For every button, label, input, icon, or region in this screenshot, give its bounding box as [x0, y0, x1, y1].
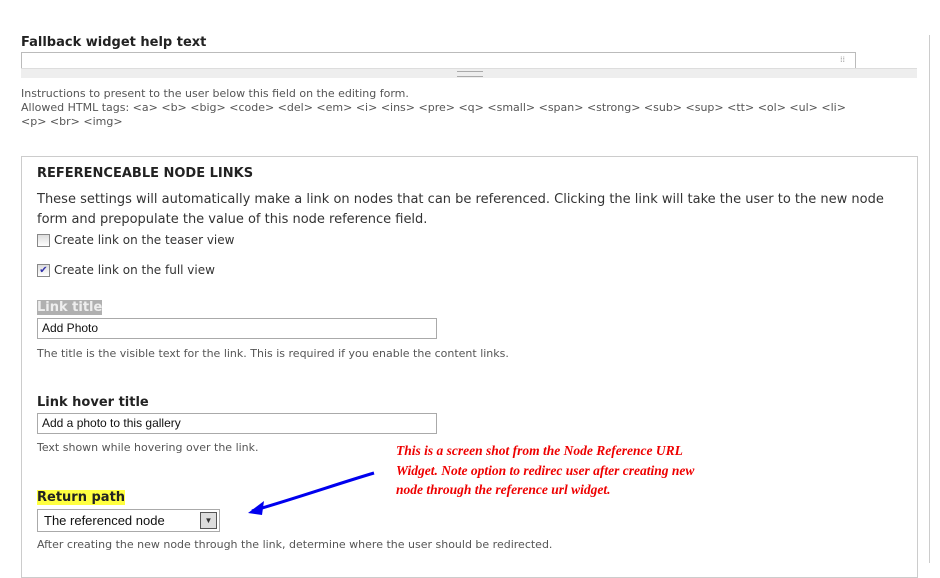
fieldset-legend: REFERENCEABLE NODE LINKS — [37, 166, 254, 181]
link-title-label: Link title — [37, 300, 103, 315]
return-path-desc: After creating the new node through the … — [37, 538, 553, 551]
textarea-resize-grip[interactable] — [21, 68, 917, 78]
return-path-label: Return path — [37, 490, 126, 505]
link-title-input[interactable]: Add Photo — [37, 318, 437, 339]
return-path-value: The referenced node — [44, 513, 165, 528]
fallback-help-textarea[interactable] — [21, 52, 856, 68]
return-path-select[interactable]: The referenced node ▼ — [37, 509, 220, 532]
full-link-label[interactable]: Create link on the full view — [54, 263, 215, 277]
allowed-tags-line: <p> <br> <img> — [21, 115, 123, 128]
link-title-desc: The title is the visible text for the li… — [37, 347, 509, 360]
desc-line: Instructions to present to the user belo… — [21, 87, 409, 100]
teaser-link-label[interactable]: Create link on the teaser view — [54, 233, 234, 247]
annotation-arrow-icon — [248, 471, 375, 515]
allowed-tags-line: Allowed HTML tags: <a> <b> <big> <code> … — [21, 101, 846, 114]
hover-title-label: Link hover title — [37, 395, 149, 410]
hover-title-input[interactable]: Add a photo to this gallery — [37, 413, 437, 434]
annotation-note: This is a screen shot from the Node Refe… — [396, 443, 695, 497]
fallback-help-label: Fallback widget help text — [21, 35, 207, 50]
fallback-desc: Instructions to present to the user belo… — [21, 87, 846, 129]
fieldset-intro: These settings will automatically make a… — [37, 192, 884, 227]
full-link-checkbox[interactable]: ✔ — [37, 264, 50, 277]
resize-corner-icon: ⁞⁞ — [840, 55, 846, 64]
page-border — [929, 35, 930, 563]
hover-title-desc: Text shown while hovering over the link. — [37, 441, 259, 454]
chevron-down-icon[interactable]: ▼ — [200, 512, 217, 529]
teaser-link-checkbox[interactable] — [37, 234, 50, 247]
